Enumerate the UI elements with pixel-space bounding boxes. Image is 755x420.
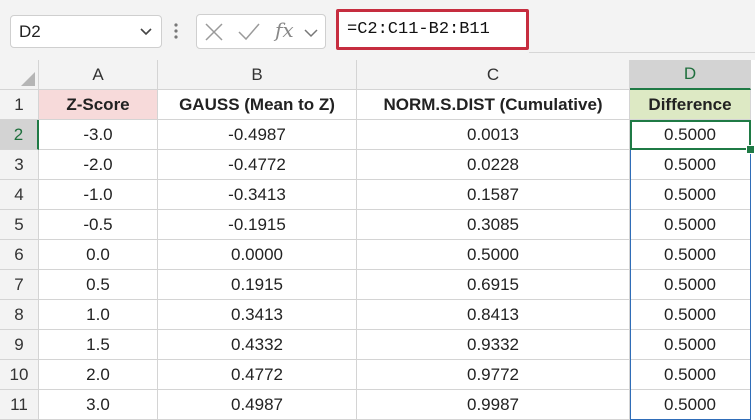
table-cell[interactable]: 0.0013 <box>357 120 630 150</box>
row-header[interactable]: 2 <box>0 120 39 150</box>
formula-buttons: fx <box>196 14 326 49</box>
chevron-down-icon[interactable] <box>135 20 157 42</box>
formula-bar-divider <box>529 52 755 53</box>
table-cell[interactable]: -0.5 <box>39 210 158 240</box>
header-cell[interactable]: Z-Score <box>39 90 158 120</box>
table-cell[interactable]: 0.5 <box>39 270 158 300</box>
header-cell[interactable]: NORM.S.DIST (Cumulative) <box>357 90 630 120</box>
table-cell[interactable]: 3.0 <box>39 390 158 420</box>
row-header[interactable]: 9 <box>0 330 39 360</box>
column-header-b[interactable]: B <box>158 60 357 90</box>
header-cell[interactable]: Difference <box>630 90 751 120</box>
table-cell[interactable]: -2.0 <box>39 150 158 180</box>
row-header[interactable]: 7 <box>0 270 39 300</box>
fill-handle[interactable] <box>746 145 755 154</box>
column-header-d[interactable]: D <box>630 60 751 90</box>
table-cell[interactable]: -1.0 <box>39 180 158 210</box>
table-cell[interactable]: 0.9332 <box>357 330 630 360</box>
table-cell[interactable]: 0.5000 <box>630 180 751 210</box>
table-cell[interactable]: 1.5 <box>39 330 158 360</box>
table-cell[interactable]: 1.0 <box>39 300 158 330</box>
table-cell[interactable]: 0.8413 <box>357 300 630 330</box>
row-header[interactable]: 11 <box>0 390 39 420</box>
table-cell[interactable]: 0.5000 <box>630 240 751 270</box>
table-cell[interactable]: 0.1915 <box>158 270 357 300</box>
table-cell[interactable]: 0.5000 <box>630 390 751 420</box>
table-cell[interactable]: 0.5000 <box>357 240 630 270</box>
column-header-c[interactable]: C <box>357 60 630 90</box>
drag-handle-icon[interactable] <box>173 20 179 42</box>
cancel-icon[interactable] <box>203 21 225 43</box>
table-cell[interactable]: 0.9772 <box>357 360 630 390</box>
row-header[interactable]: 1 <box>0 90 39 120</box>
table-cell[interactable]: 0.5000 <box>630 150 751 180</box>
table-cell[interactable]: 0.4772 <box>158 360 357 390</box>
table-cell[interactable]: -0.4987 <box>158 120 357 150</box>
table-cell[interactable]: -0.1915 <box>158 210 357 240</box>
table-cell[interactable]: 0.0000 <box>158 240 357 270</box>
select-all-corner[interactable] <box>0 60 39 90</box>
table-cell[interactable]: 0.0228 <box>357 150 630 180</box>
name-box-value: D2 <box>19 22 41 41</box>
table-cell[interactable]: -0.4772 <box>158 150 357 180</box>
enter-check-icon[interactable] <box>237 21 261 43</box>
table-cell[interactable]: 0.5000 <box>630 360 751 390</box>
table-cell[interactable]: -3.0 <box>39 120 158 150</box>
select-all-triangle-icon <box>21 72 35 86</box>
table-cell[interactable]: 0.6915 <box>357 270 630 300</box>
table-cell[interactable]: -0.3413 <box>158 180 357 210</box>
chevron-down-icon[interactable] <box>302 22 320 42</box>
row-header[interactable]: 6 <box>0 240 39 270</box>
table-cell[interactable]: 0.4987 <box>158 390 357 420</box>
row-header[interactable]: 5 <box>0 210 39 240</box>
formula-input[interactable]: =C2:C11-B2:B11 <box>336 9 529 50</box>
row-header[interactable]: 10 <box>0 360 39 390</box>
table-cell[interactable]: 0.3413 <box>158 300 357 330</box>
row-header[interactable]: 4 <box>0 180 39 210</box>
column-header-a[interactable]: A <box>39 60 158 90</box>
formula-text: =C2:C11-B2:B11 <box>347 20 490 39</box>
table-cell[interactable]: 0.0 <box>39 240 158 270</box>
name-box[interactable]: D2 <box>10 15 162 48</box>
table-cell[interactable]: 0.1587 <box>357 180 630 210</box>
table-cell[interactable]: 0.5000 <box>630 300 751 330</box>
insert-function-icon[interactable]: fx <box>275 18 294 42</box>
table-cell[interactable]: 2.0 <box>39 360 158 390</box>
active-cell[interactable]: 0.5000 <box>630 120 751 150</box>
row-header[interactable]: 8 <box>0 300 39 330</box>
table-cell[interactable]: 0.4332 <box>158 330 357 360</box>
table-cell[interactable]: 0.9987 <box>357 390 630 420</box>
table-cell[interactable]: 0.5000 <box>630 330 751 360</box>
row-header[interactable]: 3 <box>0 150 39 180</box>
header-cell[interactable]: GAUSS (Mean to Z) <box>158 90 357 120</box>
formula-bar-area: D2 fx =C2:C11-B2:B11 <box>0 0 755 60</box>
table-cell[interactable]: 0.3085 <box>357 210 630 240</box>
table-cell[interactable]: 0.5000 <box>630 270 751 300</box>
table-cell[interactable]: 0.5000 <box>630 210 751 240</box>
